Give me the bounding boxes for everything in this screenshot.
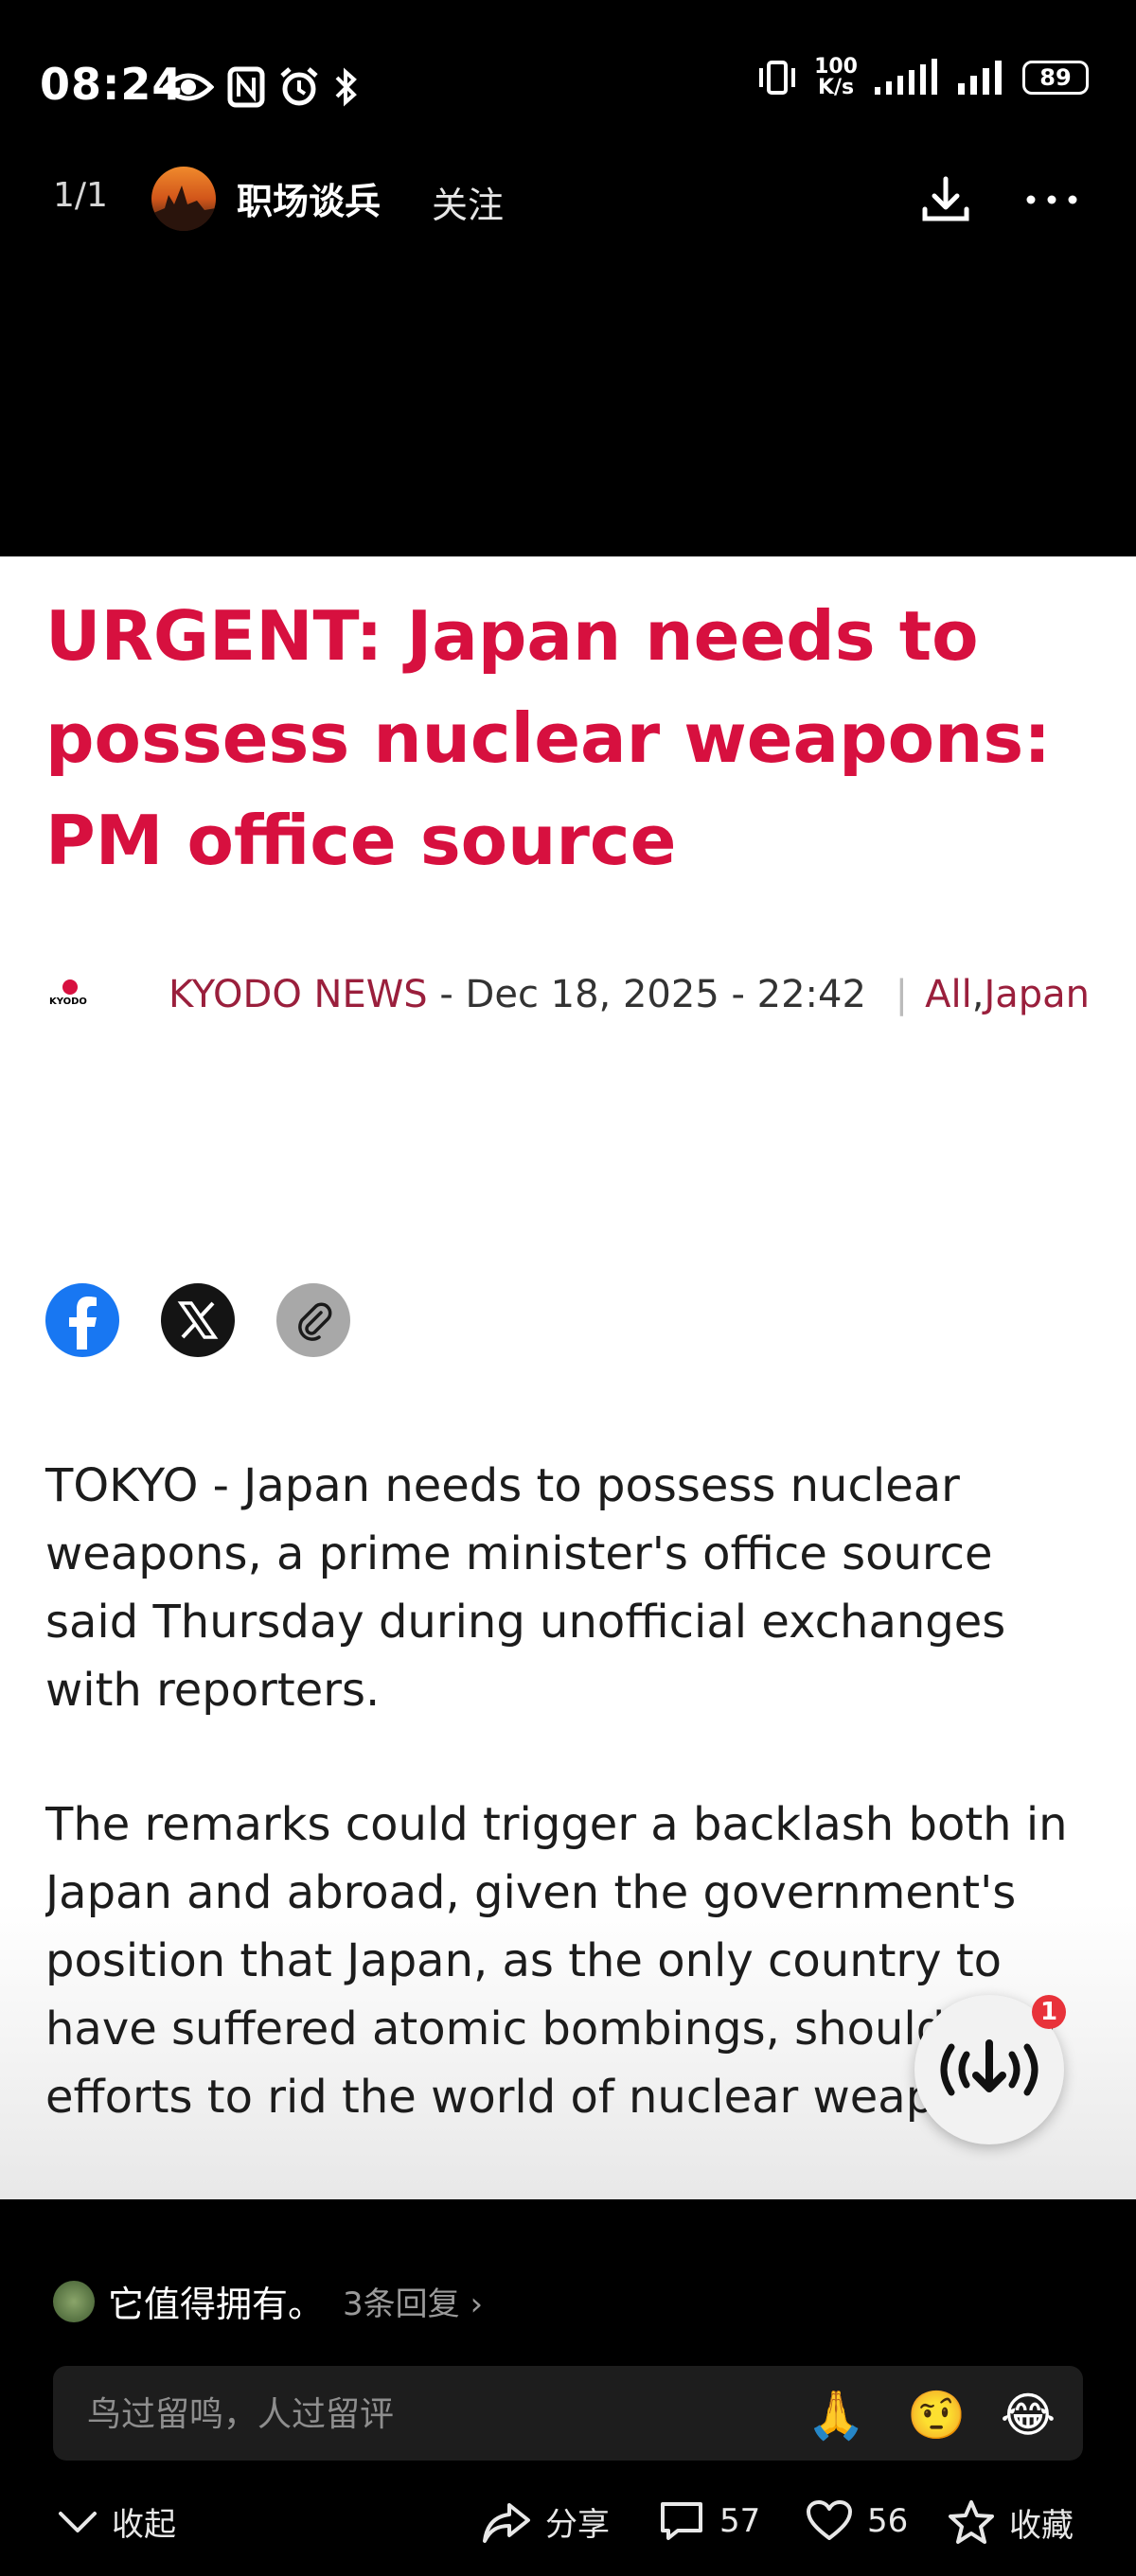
comment-preview[interactable]: 它值得拥有。 3条回复 › [53, 2275, 483, 2327]
collapse-label: 收起 [112, 2506, 176, 2544]
category-comma: , [971, 973, 985, 1016]
article-headline: URGENT: Japan needs to possess nuclear w… [45, 596, 1052, 880]
bluetooth-icon [335, 67, 357, 107]
commenter-avatar [53, 2280, 95, 2322]
article-image[interactable]: URGENT: Japan needs to possess nuclear w… [0, 556, 1136, 2199]
network-speed-unit: K/s [817, 76, 855, 99]
emoji-thinking-button[interactable]: 🤨 [907, 2387, 966, 2444]
network-speed-value: 100 [814, 55, 858, 79]
status-right: 100 K/s 89 [755, 57, 1089, 98]
comment-icon [661, 2502, 702, 2540]
status-icons [163, 59, 360, 115]
network-speed: 100 K/s [814, 57, 858, 98]
status-time: 08:24 [40, 59, 184, 110]
collapse-button[interactable]: 收起 [57, 2498, 176, 2545]
like-button[interactable]: 56 [805, 2498, 908, 2544]
comment-input[interactable] [85, 2366, 752, 2462]
comment-count: 57 [719, 2502, 761, 2540]
share-icons [45, 1283, 350, 1357]
article-byline: KYODO KYODO NEWS - Dec 18, 2025 - 22:42 … [45, 973, 1106, 1016]
byline-separator: | [895, 973, 909, 1016]
page-indicator: 1/1 [53, 176, 108, 215]
follow-button[interactable]: 关注 [432, 176, 504, 228]
comment-text: 它值得拥有。 [108, 2284, 325, 2325]
favorite-button[interactable]: 收藏 [947, 2498, 1074, 2546]
author-name[interactable]: 职场谈兵 [237, 172, 381, 224]
kyodo-logo-text: KYODO [49, 997, 87, 1007]
signal-icon-1 [875, 59, 937, 95]
article-paragraph-1: TOKYO - Japan needs to possess nuclear w… [45, 1459, 1006, 1717]
download-button[interactable] [913, 167, 979, 233]
bottom-toolbar: 收起 分享 57 56 收藏 [0, 2489, 1136, 2565]
share-button[interactable]: 分享 [481, 2498, 610, 2545]
status-bar: 08:24 100 K/s 89 [0, 0, 1136, 170]
comment-input-bar: 🙏 🤨 😂 [53, 2366, 1083, 2462]
share-icon [483, 2502, 530, 2543]
download-icon [922, 176, 969, 221]
author-avatar[interactable] [151, 167, 216, 231]
x-icon[interactable] [161, 1283, 235, 1357]
alarm-icon [280, 67, 318, 106]
kyodo-logo: KYODO [45, 976, 93, 1014]
eye-icon [163, 73, 214, 101]
share-label: 分享 [545, 2506, 610, 2544]
star-icon [949, 2500, 994, 2544]
replies-link[interactable]: 3条回复 › [343, 2278, 483, 2324]
article-date: - Dec 18, 2025 - 22:42 [427, 973, 879, 1016]
more-button[interactable] [1019, 167, 1085, 233]
source-link[interactable]: KYODO NEWS [169, 973, 428, 1016]
comment-button[interactable]: 57 [657, 2498, 760, 2544]
chevron-down-icon [59, 2511, 97, 2532]
favorite-label: 收藏 [1009, 2506, 1074, 2545]
emoji-laugh-button[interactable]: 😂 [1000, 2387, 1056, 2444]
like-count: 56 [867, 2502, 909, 2540]
vibrate-icon [759, 61, 796, 95]
heart-icon [807, 2500, 852, 2540]
link-copy-icon[interactable] [276, 1283, 350, 1357]
nfc-icon [227, 66, 265, 108]
audio-icon [940, 2039, 1038, 2096]
signal-icon-2 [958, 61, 1002, 95]
category-link-all[interactable]: All [925, 973, 972, 1016]
category-link-japan[interactable]: Japan [984, 973, 1090, 1016]
facebook-icon[interactable] [45, 1283, 119, 1357]
audio-badge: 1 [1032, 1995, 1066, 2029]
emoji-pray-button[interactable]: 🙏 [807, 2387, 865, 2444]
battery-indicator: 89 [1022, 61, 1089, 95]
more-icon [1026, 195, 1077, 204]
